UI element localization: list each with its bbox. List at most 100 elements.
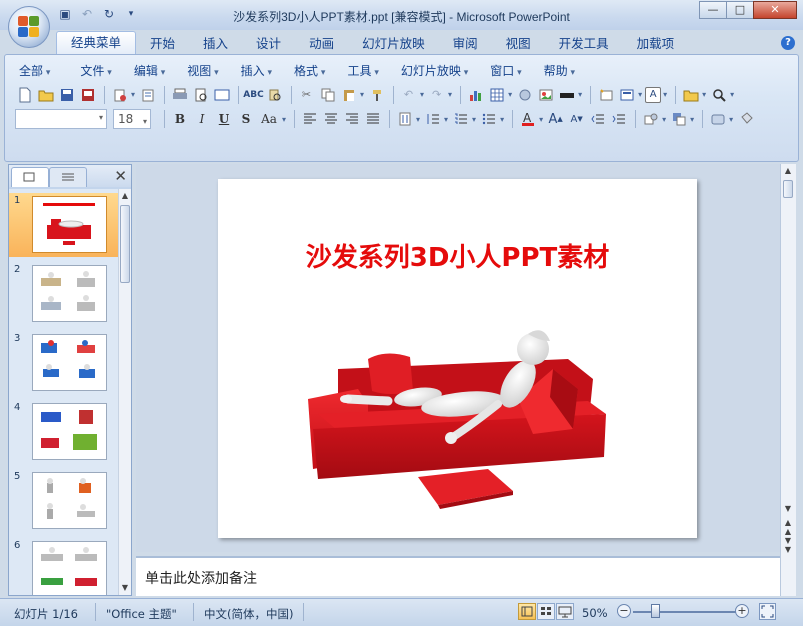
increase-indent-icon[interactable] — [609, 110, 628, 129]
menu-edit[interactable]: 编辑 — [128, 61, 175, 81]
chevron-down-icon[interactable]: ▾ — [472, 115, 476, 124]
slide-thumbnail-6[interactable]: 6 — [9, 538, 119, 595]
previous-slide-icon[interactable]: ▲ ▲ — [782, 518, 794, 536]
grow-font-icon[interactable]: A ▲ — [546, 110, 565, 129]
insert-picture-icon[interactable] — [536, 85, 555, 104]
bullets-icon[interactable] — [479, 110, 498, 129]
cut-icon[interactable]: ✂ — [297, 85, 316, 104]
office-button[interactable] — [8, 6, 50, 48]
paste-icon[interactable] — [339, 85, 358, 104]
tab-view[interactable]: 视图 — [492, 33, 545, 55]
notes-placeholder[interactable]: 单击此处添加备注 — [145, 568, 257, 588]
slide-canvas[interactable]: 沙发系列3D小人PPT素材 — [218, 179, 697, 538]
find-icon[interactable] — [709, 85, 728, 104]
chevron-down-icon[interactable]: ▾ — [448, 90, 452, 99]
fit-to-window-button[interactable] — [759, 603, 776, 620]
save-as-icon[interactable] — [78, 85, 97, 104]
tab-insert[interactable]: 插入 — [189, 33, 242, 55]
chevron-down-icon[interactable]: ▾ — [638, 90, 642, 99]
language-indicator[interactable]: 中文(简体，中国) — [204, 606, 293, 622]
tab-outline[interactable] — [49, 167, 87, 187]
close-button[interactable]: ✕ — [753, 1, 797, 19]
zoom-slider-track[interactable] — [633, 611, 739, 613]
theme-name[interactable]: "Office 主题" — [106, 606, 177, 622]
folder-icon[interactable] — [681, 85, 700, 104]
tab-design[interactable]: 设计 — [242, 33, 295, 55]
align-right-icon[interactable] — [342, 110, 361, 129]
scroll-down-icon[interactable]: ▼ — [119, 581, 131, 595]
new-icon[interactable] — [15, 85, 34, 104]
clipart-icon[interactable] — [515, 85, 534, 104]
slide-thumbnail-2[interactable]: 2 — [9, 262, 119, 326]
bold-button[interactable]: B — [170, 110, 190, 129]
slide-sorter-view-button[interactable] — [537, 603, 555, 620]
scroll-up-icon[interactable]: ▲ — [782, 164, 794, 178]
minimize-button[interactable]: — — [699, 1, 727, 19]
maximize-button[interactable]: □ — [726, 1, 754, 19]
slide-thumbnail-1[interactable]: 1 — [9, 193, 119, 257]
tab-review[interactable]: 审阅 — [439, 33, 492, 55]
insert-table-icon[interactable] — [487, 85, 506, 104]
zoom-out-button[interactable]: − — [617, 604, 631, 618]
tab-classic-menu[interactable]: 经典菜单 — [56, 31, 137, 55]
tab-slides[interactable] — [11, 167, 49, 187]
chevron-down-icon[interactable]: ▾ — [500, 115, 504, 124]
numbering-icon[interactable] — [451, 110, 470, 129]
zoom-in-button[interactable]: + — [735, 604, 749, 618]
print-icon[interactable] — [170, 85, 189, 104]
insert-chart-icon[interactable] — [466, 85, 485, 104]
decrease-indent-icon[interactable] — [588, 110, 607, 129]
undo-icon[interactable]: ↶ — [399, 85, 418, 104]
redo-icon[interactable]: ↷ — [427, 85, 446, 104]
zoom-slider-thumb[interactable] — [651, 604, 660, 618]
save-icon[interactable] — [57, 85, 76, 104]
shadow-button[interactable]: S — [236, 110, 256, 129]
layout-icon[interactable] — [617, 85, 636, 104]
chevron-down-icon[interactable]: ▾ — [662, 115, 666, 124]
format-painter-icon[interactable] — [367, 85, 386, 104]
research-icon[interactable] — [265, 85, 284, 104]
justify-icon[interactable] — [363, 110, 382, 129]
permission-icon[interactable] — [110, 85, 129, 104]
slide-thumbnail-4[interactable]: 4 — [9, 400, 119, 464]
slides-panel-scrollbar[interactable]: ▲ ▼ — [118, 189, 131, 595]
underline-button[interactable]: U — [214, 110, 234, 129]
menu-file[interactable]: 文件 — [74, 61, 121, 81]
chevron-down-icon[interactable]: ▾ — [360, 90, 364, 99]
chevron-down-icon[interactable]: ▾ — [444, 115, 448, 124]
menu-slideshow[interactable]: 幻灯片放映 — [395, 61, 478, 81]
tab-slideshow[interactable]: 幻灯片放映 — [348, 33, 439, 55]
slide-thumbnail-3[interactable]: 3 — [9, 331, 119, 395]
menu-insert[interactable]: 插入 — [235, 61, 282, 81]
copy-icon[interactable] — [318, 85, 337, 104]
menu-tools[interactable]: 工具 — [341, 61, 388, 81]
line-spacing-icon[interactable] — [423, 110, 442, 129]
menu-format[interactable]: 格式 — [288, 61, 335, 81]
notes-pane[interactable]: 单击此处添加备注 — [136, 556, 780, 596]
font-color-icon[interactable]: A — [518, 110, 537, 129]
shrink-font-icon[interactable]: A ▼ — [567, 110, 586, 129]
tab-addins[interactable]: 加载项 — [623, 33, 689, 55]
tab-home[interactable]: 开始 — [136, 33, 189, 55]
spelling-icon[interactable]: ABC — [243, 85, 263, 104]
font-name-input[interactable] — [15, 109, 107, 129]
chevron-down-icon[interactable]: ▾ — [690, 115, 694, 124]
chevron-down-icon[interactable]: ▾ — [578, 90, 582, 99]
chevron-down-icon[interactable]: ▾ — [508, 90, 512, 99]
chevron-down-icon[interactable]: ▾ — [539, 115, 543, 124]
slide-title[interactable]: 沙发系列3D小人PPT素材 — [218, 237, 697, 274]
scroll-up-icon[interactable]: ▲ — [119, 189, 131, 203]
chevron-down-icon[interactable]: ▾ — [729, 115, 733, 124]
chevron-down-icon[interactable]: ▾ — [282, 115, 286, 124]
menu-help[interactable]: 帮助 — [538, 61, 585, 81]
arrange-icon[interactable] — [669, 110, 688, 129]
editor-scrollbar[interactable]: ▲ ▼ ▲ ▲ ▼ ▼ — [780, 164, 796, 596]
zoom-level[interactable]: 50% — [582, 606, 608, 620]
chevron-down-icon[interactable]: ▾ — [663, 90, 667, 99]
textbox-icon[interactable]: A — [645, 86, 662, 103]
align-left-icon[interactable] — [300, 110, 319, 129]
print-preview-icon[interactable] — [191, 85, 210, 104]
slide-thumbnail-5[interactable]: 5 — [9, 469, 119, 533]
tab-animation[interactable]: 动画 — [295, 33, 348, 55]
new-slide-icon[interactable] — [596, 85, 615, 104]
